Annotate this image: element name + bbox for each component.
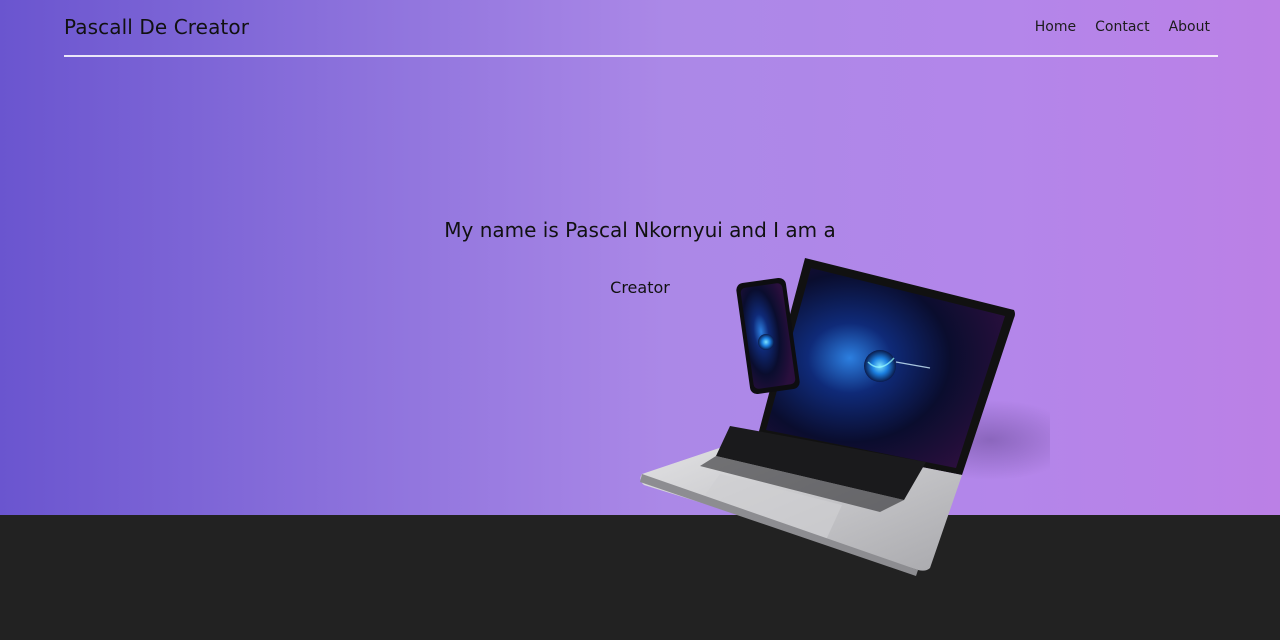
nav-home-link[interactable]: Home bbox=[1035, 19, 1076, 35]
nav-about-link[interactable]: About bbox=[1169, 19, 1210, 35]
site-brand[interactable]: Pascall De Creator bbox=[64, 15, 249, 39]
main-nav: Home Contact About bbox=[1035, 19, 1210, 35]
header-divider bbox=[64, 55, 1218, 57]
nav-contact-link[interactable]: Contact bbox=[1095, 19, 1149, 35]
phone-planet-icon bbox=[758, 334, 774, 350]
hero-headline: My name is Pascal Nkornyui and I am a bbox=[444, 218, 836, 242]
planet-icon bbox=[864, 350, 896, 382]
laptop-phone-illustration bbox=[640, 258, 1050, 576]
